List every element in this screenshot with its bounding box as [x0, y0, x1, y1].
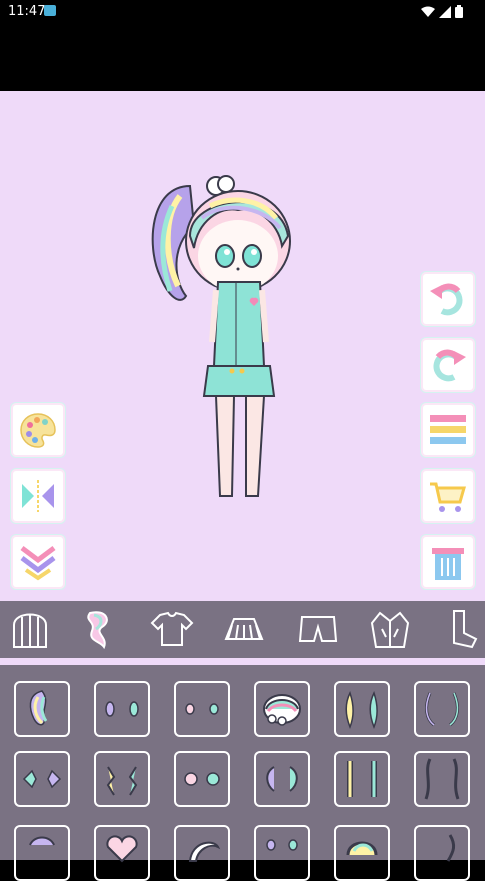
undo-button[interactable]	[423, 274, 473, 324]
redo-icon	[433, 349, 466, 382]
menu-icon	[430, 415, 466, 444]
tab-jacket[interactable]	[368, 607, 412, 651]
panel-divider	[0, 658, 485, 665]
trash-icon	[432, 548, 464, 580]
shorts-icon	[298, 616, 338, 642]
category-tab-bar	[0, 601, 485, 658]
delete-button[interactable]	[423, 537, 473, 587]
tab-skirt[interactable]	[222, 607, 266, 651]
shirt-icon	[150, 611, 194, 646]
cart-icon	[430, 482, 466, 512]
shop-button[interactable]	[423, 471, 473, 521]
heart-bun-icon	[106, 835, 138, 863]
hair-item-icon	[29, 836, 55, 846]
tab-back-hair[interactable]	[8, 607, 52, 651]
battery-icon	[455, 5, 463, 18]
character-avatar[interactable]	[150, 166, 300, 506]
ponytail-hair-icon	[29, 690, 48, 726]
round-tufts-icon	[184, 772, 220, 786]
chevron-down-icon	[20, 546, 56, 581]
tab-socks[interactable]	[440, 607, 484, 651]
flip-button[interactable]	[13, 471, 63, 521]
tab-side-hair[interactable]	[76, 607, 120, 651]
back-hair-icon	[13, 613, 47, 648]
collapse-button[interactable]	[13, 537, 63, 587]
skirt-icon	[224, 618, 264, 640]
signal-icon	[439, 5, 451, 18]
item-bun-hair-selected[interactable]	[254, 681, 310, 737]
item-curled-side-locks[interactable]	[414, 681, 470, 737]
curled-side-locks-icon	[425, 692, 459, 727]
item-thin-lock[interactable]	[414, 825, 470, 881]
tab-top[interactable]	[150, 607, 194, 651]
item-round-tufts[interactable]	[174, 751, 230, 807]
item-ribbon-tufts[interactable]	[94, 751, 150, 807]
palette-button[interactable]	[13, 405, 63, 455]
twin-tufts-icon	[266, 839, 298, 851]
item-crescent-lock[interactable]	[174, 825, 230, 881]
socks-icon	[453, 610, 478, 649]
crescent-lock-icon	[188, 841, 221, 862]
status-bar: 11:47	[0, 0, 485, 24]
item-grid	[0, 665, 485, 881]
menu-button[interactable]	[423, 405, 473, 455]
jacket-icon	[370, 611, 410, 648]
item-hair-13[interactable]	[14, 825, 70, 881]
item-tiny-side-tufts[interactable]	[174, 681, 230, 737]
bun-hair-icon	[263, 694, 301, 726]
item-curl-tufts[interactable]	[254, 751, 310, 807]
clock: 11:47	[8, 4, 46, 19]
long-side-locks-icon	[345, 691, 378, 730]
undo-icon	[430, 283, 463, 316]
curl-tufts-icon	[266, 766, 298, 792]
tab-pants[interactable]	[296, 607, 340, 651]
ribbon-tufts-icon	[106, 766, 138, 796]
item-heart-bun[interactable]	[94, 825, 150, 881]
item-swirl-hair[interactable]	[334, 825, 390, 881]
item-long-wavy-locks[interactable]	[414, 751, 470, 807]
item-long-side-locks[interactable]	[334, 681, 390, 737]
avatar-stage[interactable]	[0, 91, 485, 601]
side-hair-icon	[87, 611, 108, 650]
notification-icon	[44, 5, 56, 16]
wifi-icon	[421, 6, 435, 17]
system-icons	[421, 5, 463, 18]
redo-button[interactable]	[423, 340, 473, 390]
palette-icon	[20, 413, 56, 448]
thin-lock-icon	[446, 834, 456, 862]
item-ponytail-hair[interactable]	[14, 681, 70, 737]
swirl-hair-icon	[346, 841, 378, 856]
wing-tufts-icon	[22, 769, 62, 789]
item-braid-side-locks[interactable]	[334, 751, 390, 807]
long-wavy-locks-icon	[424, 758, 460, 800]
tiny-side-tufts-icon	[185, 703, 219, 715]
item-twin-tufts[interactable]	[254, 825, 310, 881]
braid-side-locks-icon	[347, 761, 377, 797]
flip-icon	[22, 480, 54, 512]
item-small-side-tufts[interactable]	[94, 681, 150, 737]
small-side-tufts-icon	[105, 701, 139, 717]
item-wing-tufts[interactable]	[14, 751, 70, 807]
